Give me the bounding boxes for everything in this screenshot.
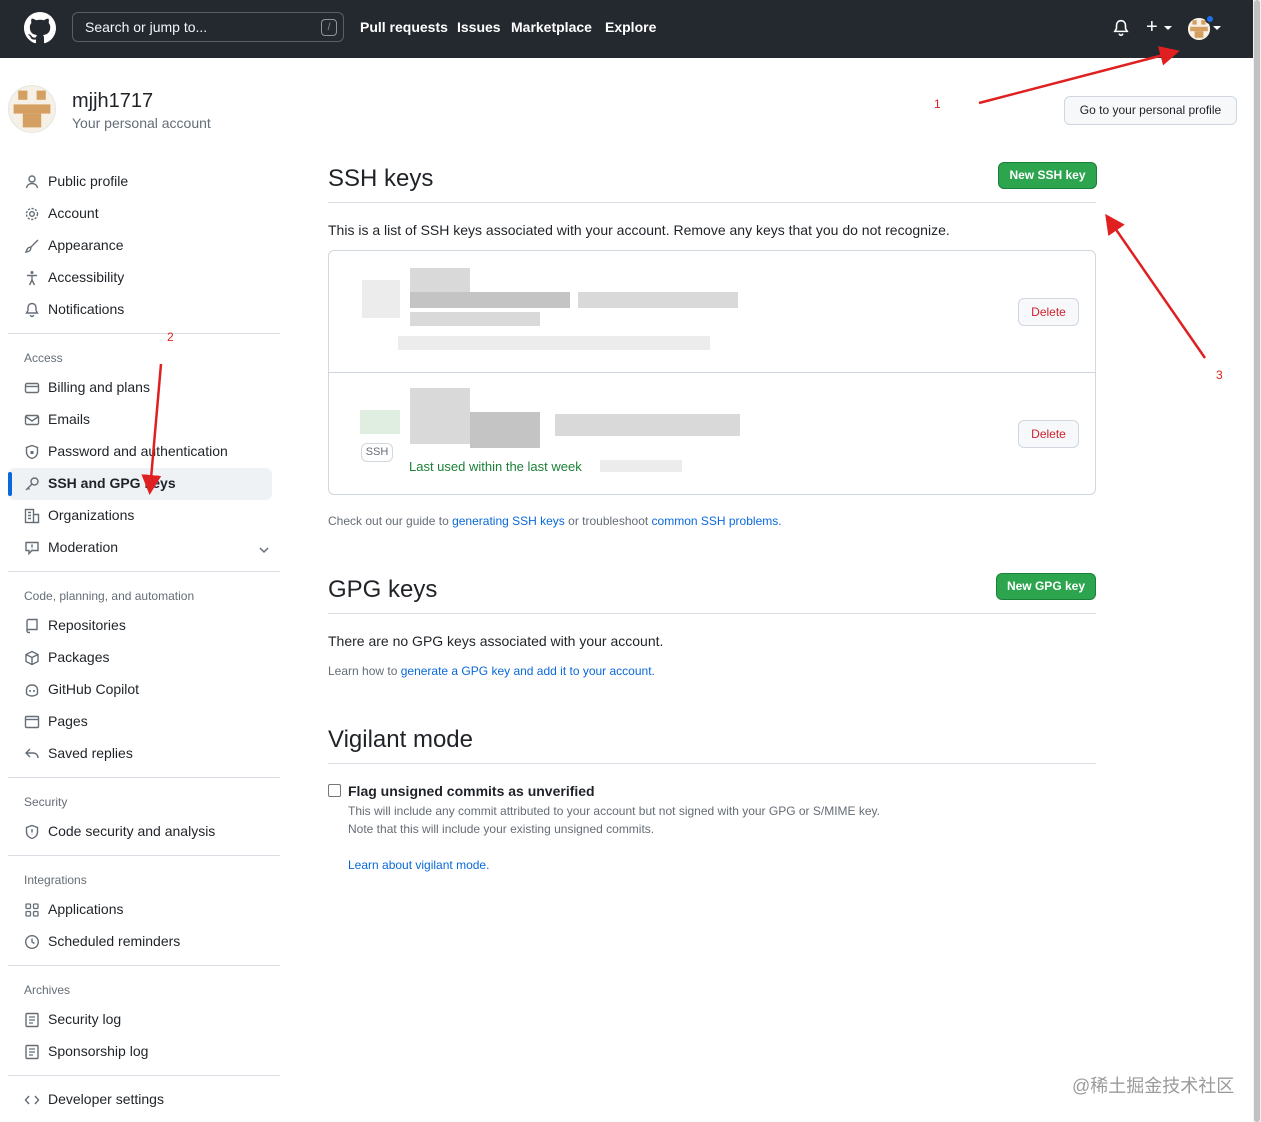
annotation-label-1: 1 [934,97,941,111]
page: Search or jump to... / Pull requests Iss… [0,0,1261,1122]
annotation-arrow-1 [978,46,1180,105]
watermark: @稀土掘金技术社区 [1072,1076,1235,1096]
annotation-arrow-2 [141,363,163,495]
annotation-label-2: 2 [167,330,174,344]
annotation-arrow-3 [1105,213,1207,359]
annotation-arrows [141,46,1207,495]
annotation-label-3: 3 [1216,368,1223,382]
